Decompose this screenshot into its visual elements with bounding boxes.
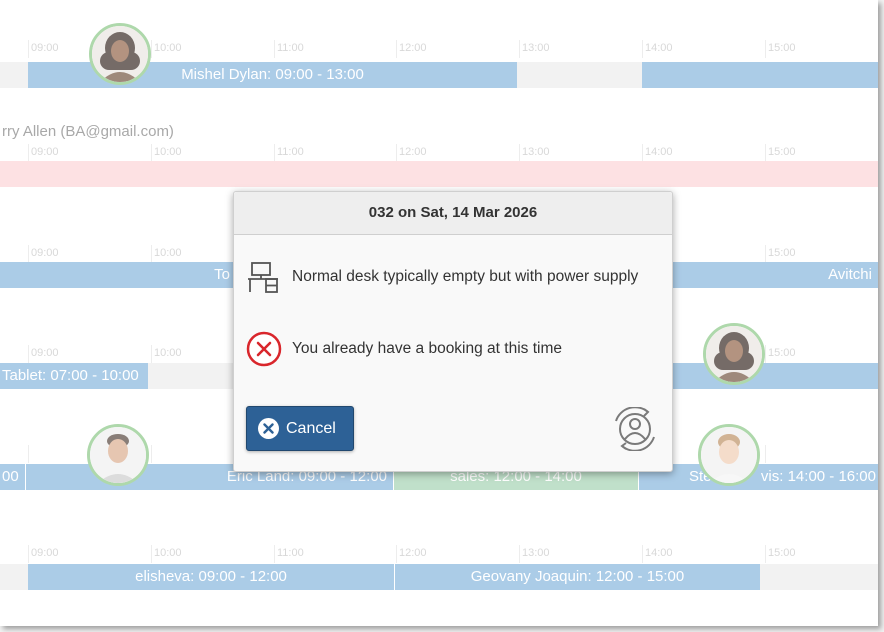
close-icon bbox=[258, 418, 279, 439]
switch-user-icon[interactable] bbox=[610, 407, 660, 451]
desk-icon bbox=[248, 262, 278, 293]
cancel-label: Cancel bbox=[286, 419, 336, 437]
error-message: You already have a booking at this time bbox=[292, 340, 562, 357]
desk-description: Normal desk typically empty but with pow… bbox=[292, 268, 639, 285]
booking-dialog: 032 on Sat, 14 Mar 2026 Normal desk typi… bbox=[233, 191, 673, 472]
dialog-title: 032 on Sat, 14 Mar 2026 bbox=[234, 192, 672, 235]
error-x-icon bbox=[246, 331, 282, 367]
cancel-button[interactable]: Cancel bbox=[246, 406, 354, 451]
error-info: You already have a booking at this time bbox=[246, 331, 562, 367]
desk-info: Normal desk typically empty but with pow… bbox=[246, 260, 638, 294]
calendar-frame: 09:00 10:00 11:00 12:00 13:00 14:00 15:0… bbox=[0, 0, 878, 626]
